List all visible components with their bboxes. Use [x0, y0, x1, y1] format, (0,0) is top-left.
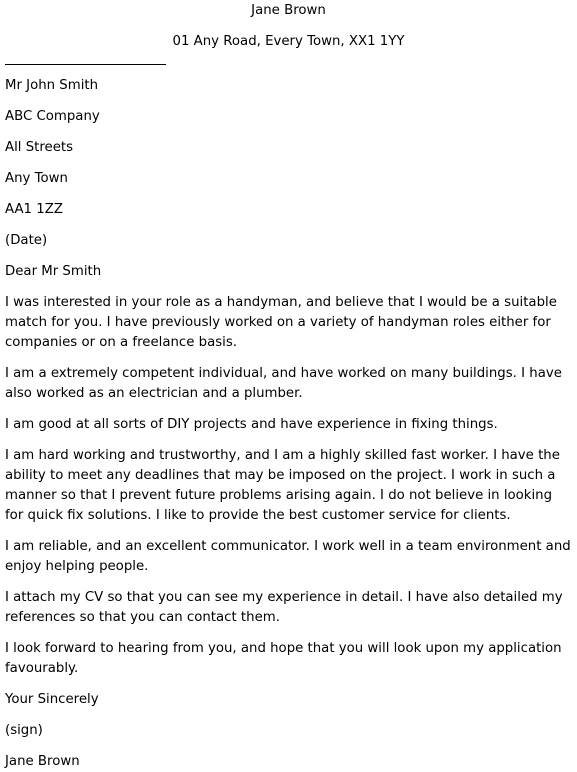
recipient-street: All Streets	[5, 140, 74, 155]
recipient-address-block: Mr John Smith ABC Company All Streets An…	[5, 76, 572, 220]
recipient-town: Any Town	[5, 171, 68, 186]
recipient-postcode: AA1 1ZZ	[5, 202, 63, 217]
letter-page: Jane Brown 01 Any Road, Every Town, XX1 …	[0, 0, 577, 772]
valediction: Your Sincerely	[5, 692, 99, 707]
letter-date: (Date)	[5, 233, 48, 248]
signoff-block: Your Sincerely (sign) Jane Brown	[5, 690, 572, 772]
signoff-name: Jane Brown	[5, 754, 80, 769]
sender-address: 01 Any Road, Every Town, XX1 1YY	[172, 34, 405, 49]
sender-name: Jane Brown	[251, 3, 326, 18]
salutation: Dear Mr Smith	[5, 264, 102, 279]
divider-wrap	[5, 64, 572, 65]
body-paragraph-5: I am reliable, and an excellent communic…	[5, 539, 571, 574]
recipient-name: Mr John Smith	[5, 78, 99, 93]
body-paragraph-7: I look forward to hearing from you, and …	[5, 641, 562, 676]
letter-body: I was interested in your role as a handy…	[5, 293, 572, 679]
recipient-company: ABC Company	[5, 109, 100, 124]
body-paragraph-3: I am good at all sorts of DIY projects a…	[5, 417, 498, 432]
signature-placeholder: (sign)	[5, 723, 43, 738]
body-paragraph-4: I am hard working and trustworthy, and I…	[5, 448, 560, 523]
horizontal-rule-divider	[5, 64, 166, 65]
body-paragraph-1: I was interested in your role as a handy…	[5, 295, 557, 350]
body-paragraph-2: I am a extremely competent individual, a…	[5, 366, 562, 401]
sender-block: Jane Brown 01 Any Road, Every Town, XX1 …	[5, 0, 572, 52]
body-paragraph-6: I attach my CV so that you can see my ex…	[5, 590, 563, 625]
